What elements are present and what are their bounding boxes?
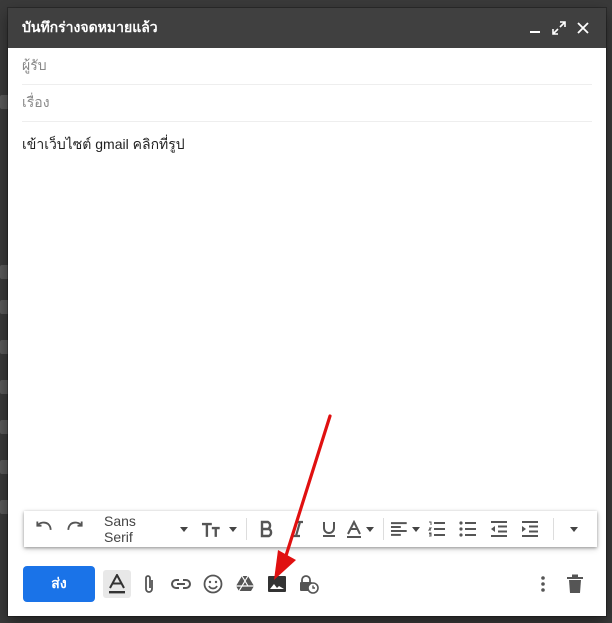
- formatting-toolbar: Sans Serif: [24, 511, 597, 547]
- divider: [553, 518, 554, 540]
- redo-icon[interactable]: [61, 514, 89, 544]
- more-options-icon[interactable]: [529, 570, 557, 598]
- minimize-icon[interactable]: [524, 17, 546, 39]
- font-select[interactable]: Sans Serif: [98, 513, 194, 545]
- google-drive-icon[interactable]: [231, 570, 259, 598]
- divider: [383, 518, 385, 540]
- indent-less-icon[interactable]: [485, 514, 513, 544]
- chevron-down-icon: [179, 526, 188, 532]
- message-body[interactable]: เข้าเว็บไซต์ gmail คลิกที่รูป: [22, 134, 592, 156]
- indent-more-icon[interactable]: [516, 514, 544, 544]
- font-select-value: Sans Serif: [104, 513, 136, 545]
- attach-file-icon[interactable]: [135, 570, 163, 598]
- expand-icon[interactable]: [548, 17, 570, 39]
- subject-field[interactable]: เรื่อง: [22, 85, 592, 122]
- close-icon[interactable]: [572, 17, 594, 39]
- bold-icon[interactable]: [253, 514, 281, 544]
- formatting-options-icon[interactable]: [103, 570, 131, 598]
- subject-placeholder: เรื่อง: [22, 94, 50, 110]
- chevron-down-icon: [366, 526, 375, 532]
- compose-titlebar[interactable]: บันทึกร่างจดหมายแล้ว: [8, 8, 606, 48]
- insert-emoji-icon[interactable]: [199, 570, 227, 598]
- align-icon[interactable]: [390, 514, 420, 544]
- discard-draft-icon[interactable]: [561, 570, 589, 598]
- text-color-icon[interactable]: [346, 514, 375, 544]
- text-size-icon[interactable]: [200, 514, 238, 544]
- compose-bottom-toolbar: ส่ง: [23, 566, 593, 602]
- more-formatting-icon[interactable]: [560, 514, 588, 544]
- to-placeholder: ผู้รับ: [22, 57, 47, 73]
- insert-link-icon[interactable]: [167, 570, 195, 598]
- numbered-list-icon[interactable]: [423, 514, 451, 544]
- bulleted-list-icon[interactable]: [454, 514, 482, 544]
- confidential-mode-icon[interactable]: [295, 570, 323, 598]
- chevron-down-icon: [412, 526, 420, 532]
- send-button[interactable]: ส่ง: [23, 566, 95, 602]
- compose-window: บันทึกร่างจดหมายแล้ว ผู้รับ เรื่อง เข้าเ…: [8, 8, 606, 616]
- compose-title: บันทึกร่างจดหมายแล้ว: [22, 19, 158, 35]
- italic-icon[interactable]: [284, 514, 312, 544]
- undo-icon[interactable]: [30, 514, 58, 544]
- underline-icon[interactable]: [315, 514, 343, 544]
- chevron-down-icon: [569, 526, 578, 532]
- insert-photo-icon[interactable]: [263, 570, 291, 598]
- to-field[interactable]: ผู้รับ: [22, 48, 592, 85]
- chevron-down-icon: [229, 526, 238, 532]
- divider: [246, 518, 248, 540]
